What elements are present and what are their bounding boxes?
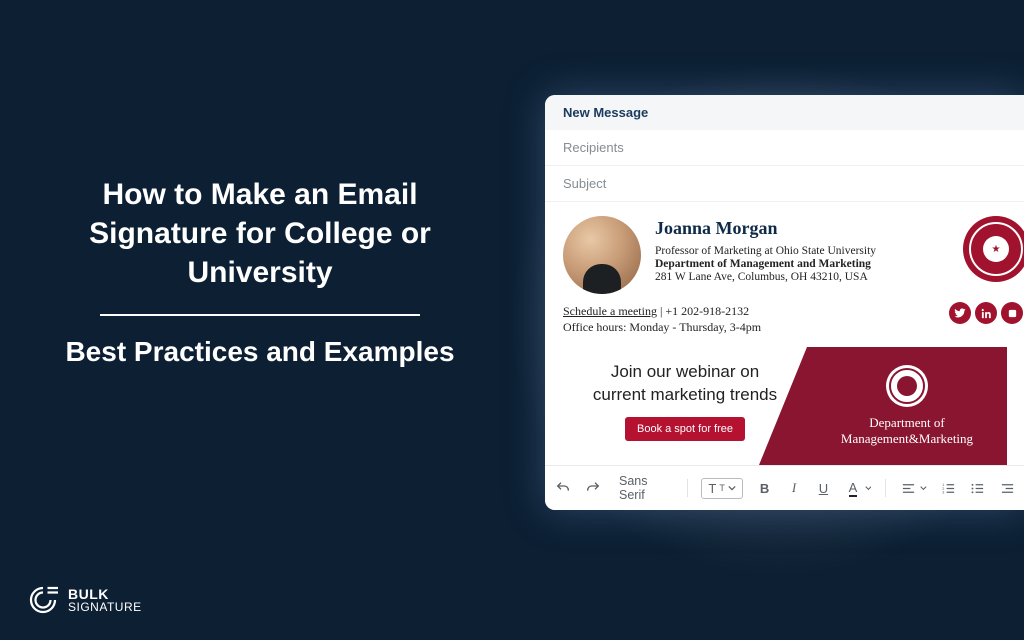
chevron-down-icon xyxy=(728,484,736,492)
chevron-down-icon[interactable] xyxy=(920,484,927,492)
banner-line2: current marketing trends xyxy=(593,385,777,404)
bulk-signature-logo-icon xyxy=(28,585,58,615)
page-subtitle: Best Practices and Examples xyxy=(60,334,460,370)
twitter-icon[interactable] xyxy=(949,302,971,324)
brand-logo-block: BULK SIGNATURE xyxy=(28,585,142,615)
italic-icon[interactable]: I xyxy=(786,478,801,498)
email-window-title: New Message xyxy=(545,95,1024,130)
signature-department: Department of Management and Marketing xyxy=(655,258,939,270)
banner-dept-line2: Management&Marketing xyxy=(841,431,973,447)
text-color-icon[interactable]: A xyxy=(845,478,860,498)
redo-icon[interactable] xyxy=(585,478,601,498)
social-icon[interactable] xyxy=(1001,302,1023,324)
underline-icon[interactable]: U xyxy=(816,478,831,498)
align-icon[interactable] xyxy=(900,478,915,498)
email-signature-block: Joanna Morgan Professor of Marketing at … xyxy=(545,202,1024,465)
brand-name-bottom: SIGNATURE xyxy=(68,601,142,613)
book-spot-button[interactable]: Book a spot for free xyxy=(625,417,745,441)
headline-divider xyxy=(100,314,420,316)
linkedin-icon[interactable] xyxy=(975,302,997,324)
page-headline: How to Make an Email Signature for Colle… xyxy=(60,175,460,292)
signature-name: Joanna Morgan xyxy=(655,218,939,239)
webinar-banner: Join our webinar on current marketing tr… xyxy=(563,347,1007,465)
chevron-down-icon[interactable] xyxy=(865,484,872,492)
signature-address: 281 W Lane Ave, Columbus, OH 43210, USA xyxy=(655,271,939,283)
dept-seal-icon xyxy=(886,365,928,407)
compose-toolbar: Sans Serif TT B I U A 123 xyxy=(545,465,1024,510)
banner-dept-line1: Department of xyxy=(869,415,944,431)
signature-phone: +1 202-918-2132 xyxy=(665,304,749,318)
svg-text:3: 3 xyxy=(942,490,944,494)
avatar xyxy=(563,216,641,294)
numbered-list-icon[interactable]: 123 xyxy=(941,478,956,498)
signature-role: Professor of Marketing at Ohio State Uni… xyxy=(655,245,939,257)
schedule-meeting-link[interactable]: Schedule a meeting xyxy=(563,304,657,318)
banner-line1: Join our webinar on xyxy=(611,362,759,381)
email-compose-window: New Message Recipients Subject Joanna Mo… xyxy=(545,95,1024,510)
undo-icon[interactable] xyxy=(555,478,571,498)
font-family-select[interactable]: Sans Serif xyxy=(615,474,673,502)
indent-icon[interactable] xyxy=(1000,478,1015,498)
office-hours: Office hours: Monday - Thursday, 3-4pm xyxy=(563,320,1007,335)
recipients-field[interactable]: Recipients xyxy=(545,130,1024,166)
subject-field[interactable]: Subject xyxy=(545,166,1024,202)
bold-icon[interactable]: B xyxy=(757,478,772,498)
font-size-select[interactable]: TT xyxy=(701,478,742,499)
university-seal-icon: ★ xyxy=(963,216,1024,282)
bullet-list-icon[interactable] xyxy=(970,478,985,498)
brand-name-top: BULK xyxy=(68,587,142,601)
